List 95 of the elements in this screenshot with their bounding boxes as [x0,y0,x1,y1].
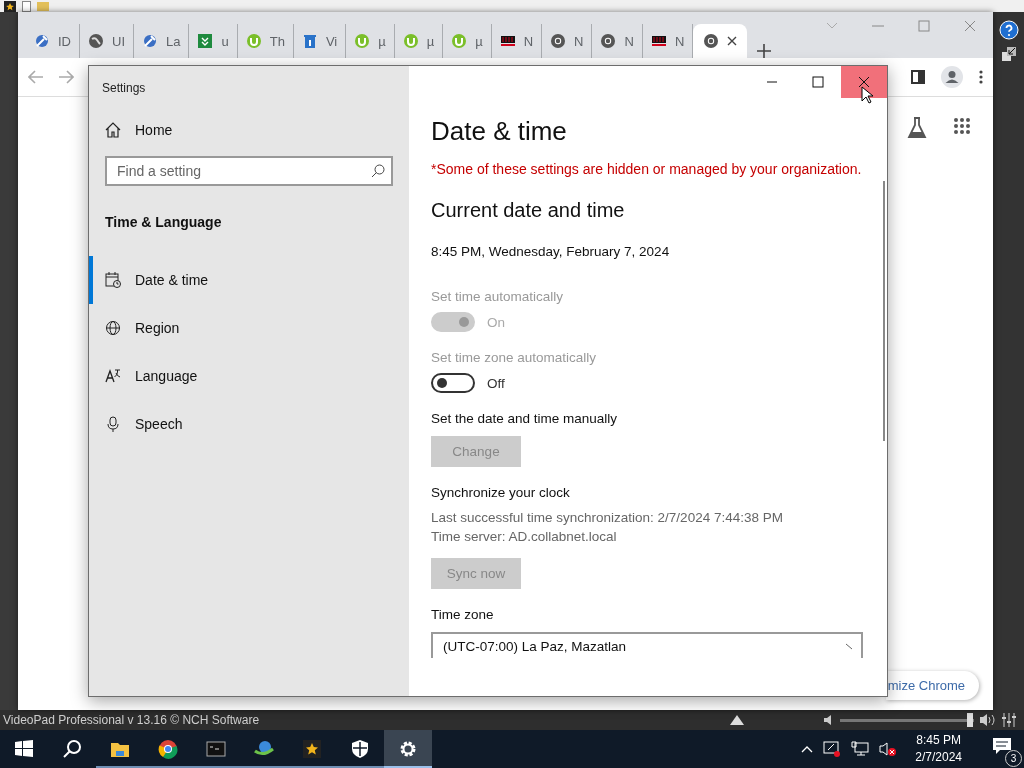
slider-thumb[interactable] [966,713,973,727]
torrent-icon [354,33,371,49]
toggle-state: Off [487,375,505,391]
customize-button[interactable]: mize Chrome [885,671,979,700]
chrome-icon [158,739,178,759]
setting-label: Set time automatically [431,289,565,304]
apps-grid-icon[interactable] [953,117,971,135]
browser-tab[interactable]: N [542,24,593,58]
download-icon [197,33,214,49]
setting-label: Time zone [431,607,495,622]
chrome-icon [600,33,617,49]
search-field[interactable]: Find a setting [105,156,393,186]
wrench-icon [34,33,50,49]
browser-tab[interactable] [693,24,748,58]
notifications-icon[interactable] [992,737,1012,755]
calendar-icon [105,272,121,288]
notification-count: 3 [1005,750,1022,767]
chevron-up-icon[interactable] [801,745,814,753]
network-icon[interactable] [851,741,870,757]
logo-icon [499,33,516,49]
nav-item[interactable]: Region [89,304,409,352]
side-panel-icon[interactable] [911,70,925,84]
gear-icon [398,739,418,759]
start-icon [14,739,34,759]
browser-tab[interactable]: µ [443,24,492,58]
shield-icon [350,739,370,759]
torrent-icon [245,33,262,49]
sync-info: Last successful time synchronization: 2/7/2024 7:44:38 PM [431,509,784,527]
flask-icon[interactable] [907,117,927,139]
volume-slider[interactable] [840,713,974,727]
sync-info: Time server: AD.collabnet.local [431,528,618,546]
browser-tab[interactable]: N [592,24,643,58]
clock-date[interactable]: 2/7/2024 [915,749,962,766]
speaker-icon[interactable] [824,715,834,725]
nav-item[interactable]: Language [89,352,409,400]
wrench-icon [142,33,158,49]
browser-tab[interactable]: Th [237,24,294,58]
window-title: Settings [102,81,146,95]
status-text: VideoPad Professional v 13.16 © NCH Software [2,713,261,727]
setting-label: Synchronize your clock [431,485,571,500]
microphone-icon [105,416,121,432]
time-zone-dropdown[interactable]: (UTC-07:00) La Paz, Mazatlan [431,632,863,658]
toggle-state: On [487,314,505,330]
globe-icon [105,320,121,336]
current-date-time: 8:45 PM, Wednesday, February 7, 2024 [431,244,671,259]
muted-speaker-icon[interactable] [879,741,898,757]
help-icon[interactable] [998,20,1019,40]
scrollbar[interactable] [883,181,885,441]
search-icon [62,739,82,759]
nav-item[interactable]: Date & time [89,256,409,304]
speaker-icon[interactable] [980,714,996,726]
nav-item[interactable]: Speech [89,400,409,448]
browser-tab[interactable]: N [491,24,543,58]
film-icon[interactable] [4,0,16,12]
equalizer-icon[interactable] [1002,713,1016,727]
setting-label: Set the date and time manually [431,411,619,426]
taskbar-button[interactable] [384,730,432,768]
torrent-icon [402,33,419,49]
logo-icon [650,33,667,49]
browser-tab[interactable]: u [189,24,238,58]
chevron-down-icon [845,642,853,650]
plus-icon[interactable] [757,44,772,58]
maximize-icon[interactable] [812,76,824,88]
setting-label: Set time zone automatically [431,350,598,365]
home-icon [105,122,121,138]
toggle-switch[interactable] [431,373,475,393]
bin-icon [301,33,318,49]
chrome-icon [550,33,567,49]
terminal-icon [206,739,226,759]
section-heading: Time & Language [105,214,223,230]
browser-tab[interactable]: µ [346,24,395,58]
browser-tab[interactable]: La [134,24,190,58]
policy-notice: *Some of these settings are hidden or managed by your organization. [431,161,863,177]
section-heading: Current date and time [431,199,626,222]
clock-time[interactable]: 8:45 PM [916,732,961,749]
chrome-icon [703,33,720,49]
more-menu-icon[interactable] [979,70,983,84]
page-title: Date & time [431,116,568,147]
up-triangle-icon[interactable] [730,715,744,725]
cursor-icon [861,86,873,104]
browser-tab[interactable]: Vi [293,24,347,58]
globe-icon [88,33,104,49]
torrent-icon [451,33,468,49]
document-icon[interactable] [22,0,31,12]
browser-tab[interactable]: ID [26,24,80,58]
close-icon[interactable] [727,36,738,46]
search-icon[interactable] [371,164,385,178]
sync-icon[interactable] [823,740,842,758]
home-link[interactable]: Home [105,122,173,138]
close-icon [858,76,870,88]
resize-icon[interactable] [1000,46,1017,62]
browser-tab[interactable]: UI [80,24,134,58]
language-icon [105,368,121,384]
browser-tab[interactable]: µ [394,24,444,58]
profile-icon[interactable] [941,66,963,88]
